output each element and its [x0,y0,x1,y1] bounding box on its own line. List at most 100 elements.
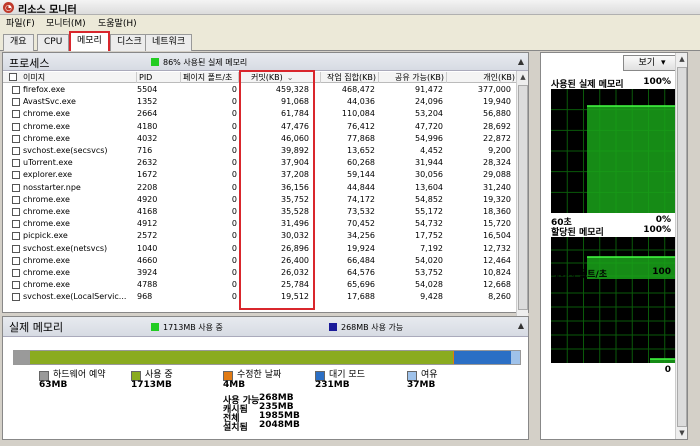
collapse-up-icon[interactable]: ▲ [518,321,524,330]
row-checkbox[interactable] [12,195,20,204]
row-checkbox[interactable] [12,183,20,192]
table-row[interactable]: chrome.exe 4912 0 31,496 70,452 54,732 15,720 [3,218,518,230]
cell-private: 8,260 [488,292,511,302]
cell-pid: 968 [137,292,153,302]
cell-working-set: 65,696 [347,280,375,290]
row-checkbox[interactable] [12,122,20,131]
table-row[interactable]: chrome.exe 4920 0 35,752 74,172 54,852 19,320 [3,194,518,206]
processes-scrollbar[interactable]: ▲ ▼ [516,71,528,328]
cell-image: chrome.exe [23,121,70,131]
cell-commit: 26,032 [281,268,309,277]
cell-page-faults: 0 [231,280,237,290]
row-checkbox[interactable] [12,159,20,168]
processes-panel: 프로세스 86% 사용된 실제 메모리 ▲ 이미지 PID 페이지 폴트/초 커… [2,52,529,328]
cell-shareable: 30,056 [415,170,443,180]
cell-image: chrome.exe [23,194,70,204]
cell-shareable: 55,172 [415,207,443,216]
table-row[interactable]: firefox.exe 5504 0 459,328 468,472 91,472 377,… [3,84,518,96]
table-row[interactable]: chrome.exe 2664 0 61,784 110,084 53,204 56,880 [3,108,518,120]
col-shareable[interactable]: 공유 가능(KB) [379,72,447,83]
legend-value: 1713MB [131,380,172,390]
tab-disk[interactable]: 디스크 [110,34,149,51]
row-checkbox[interactable] [12,281,20,290]
app-icon: ◔ [3,2,14,13]
physical-memory-header[interactable]: 실제 메모리 1713MB 사용 중 268MB 사용 가능 ▲ [3,317,528,337]
cell-page-faults: 0 [231,133,237,143]
col-commit[interactable]: 커밋(KB) ⌄ [239,72,321,83]
col-page-faults[interactable]: 페이지 폴트/초 [181,72,239,83]
row-checkbox[interactable] [12,208,20,216]
cell-working-set: 60,268 [347,158,375,168]
row-checkbox[interactable] [12,244,20,253]
cell-private: 28,324 [483,158,511,168]
tab-overview[interactable]: 개요 [3,34,34,51]
cell-working-set: 19,924 [347,243,375,253]
table-row[interactable]: nosstarter.npe 2208 0 36,156 44,844 13,604 31,… [3,182,518,194]
cell-commit: 37,208 [281,170,309,180]
table-row[interactable]: chrome.exe 4168 0 35,528 73,532 55,172 18,360 [3,206,518,218]
row-checkbox[interactable] [12,256,20,265]
row-checkbox[interactable] [12,110,20,119]
row-checkbox[interactable] [12,232,20,241]
cell-working-set: 13,652 [347,146,375,155]
scroll-up-icon[interactable]: ▲ [517,71,529,83]
cell-private: 16,504 [483,231,511,241]
row-checkbox[interactable] [12,293,20,302]
table-row[interactable]: chrome.exe 4788 0 25,784 65,696 54,028 12,668 [3,279,518,291]
table-row[interactable]: chrome.exe 4032 0 46,060 77,868 54,996 22,872 [3,133,518,145]
table-row[interactable]: chrome.exe 4180 0 47,476 76,412 47,720 28,692 [3,121,518,133]
col-image[interactable]: 이미지 [3,72,137,83]
tab-cpu[interactable]: CPU [37,34,70,51]
legend-name: 대기 모드 [329,370,365,380]
scroll-up-icon[interactable]: ▲ [676,53,688,65]
cell-image: picpick.exe [23,231,68,241]
processes-header[interactable]: 프로세스 86% 사용된 실제 메모리 ▲ [3,53,528,71]
scroll-thumb[interactable] [677,67,687,427]
cell-page-faults: 0 [231,207,237,216]
table-row[interactable]: picpick.exe 2572 0 30,032 34,256 17,752 16,504 [3,230,518,242]
cell-page-faults: 0 [231,97,237,107]
tab-network[interactable]: 네트워크 [145,34,193,51]
table-row[interactable]: svchost.exe(LocalServic... 968 0 19,512 17,6… [3,291,518,303]
graphs-scrollbar[interactable]: ▲ ▼ [675,53,687,439]
col-working-set[interactable]: 작업 집합(KB) [321,72,379,83]
row-checkbox[interactable] [12,86,20,94]
row-checkbox[interactable] [12,147,20,155]
col-pid[interactable]: PID [137,72,181,83]
cell-working-set: 77,868 [347,133,375,143]
row-checkbox[interactable] [12,98,20,107]
cell-commit: 61,784 [281,109,309,119]
cell-shareable: 54,732 [415,219,443,229]
table-row[interactable]: chrome.exe 3924 0 26,032 64,576 53,752 10,824 [3,267,518,279]
cell-working-set: 44,844 [347,182,375,192]
cell-private: 19,320 [483,194,511,204]
table-row[interactable]: explorer.exe 1672 0 37,208 59,144 30,056 29,08… [3,169,518,181]
legend-value: 4MB [223,380,246,390]
row-checkbox[interactable] [12,269,20,277]
cell-commit: 26,400 [281,255,309,265]
cell-private: 10,824 [483,268,511,277]
scroll-thumb[interactable] [518,85,528,310]
graphs-panel: 보기 ▾ 사용된 실제 메모리 100% 60초 0% 할당된 메모리 100% … [540,52,688,440]
table-row[interactable]: svchost.exe(secsvcs) 716 0 39,892 13,652 4,45… [3,145,518,157]
menu-file[interactable]: 파일(F) [6,16,35,29]
scroll-down-icon[interactable]: ▼ [676,427,688,439]
menu-help[interactable]: 도움말(H) [98,16,137,29]
menu-monitor[interactable]: 모니터(M) [46,16,86,29]
row-checkbox[interactable] [12,134,20,143]
cell-private: 56,880 [483,109,511,119]
tab-memory[interactable]: 메모리 [69,31,110,51]
select-all-checkbox[interactable] [9,73,17,81]
cell-shareable: 13,604 [415,182,443,192]
cell-commit: 35,752 [281,194,309,204]
row-checkbox[interactable] [12,171,20,180]
row-checkbox[interactable] [12,220,20,229]
table-row[interactable]: chrome.exe 4660 0 26,400 66,484 54,020 12,464 [3,255,518,267]
cell-pid: 716 [137,146,153,155]
collapse-up-icon[interactable]: ▲ [518,57,524,66]
table-row[interactable]: AvastSvc.exe 1352 0 91,068 44,036 24,096 19,94… [3,96,518,108]
table-row[interactable]: svchost.exe(netsvcs) 1040 0 26,896 19,924 7,1… [3,243,518,255]
table-row[interactable]: uTorrent.exe 2632 0 37,904 60,268 31,944 28,32… [3,157,518,169]
col-private[interactable]: 개인(KB) [447,72,518,83]
view-button[interactable]: 보기 ▾ [623,55,681,71]
